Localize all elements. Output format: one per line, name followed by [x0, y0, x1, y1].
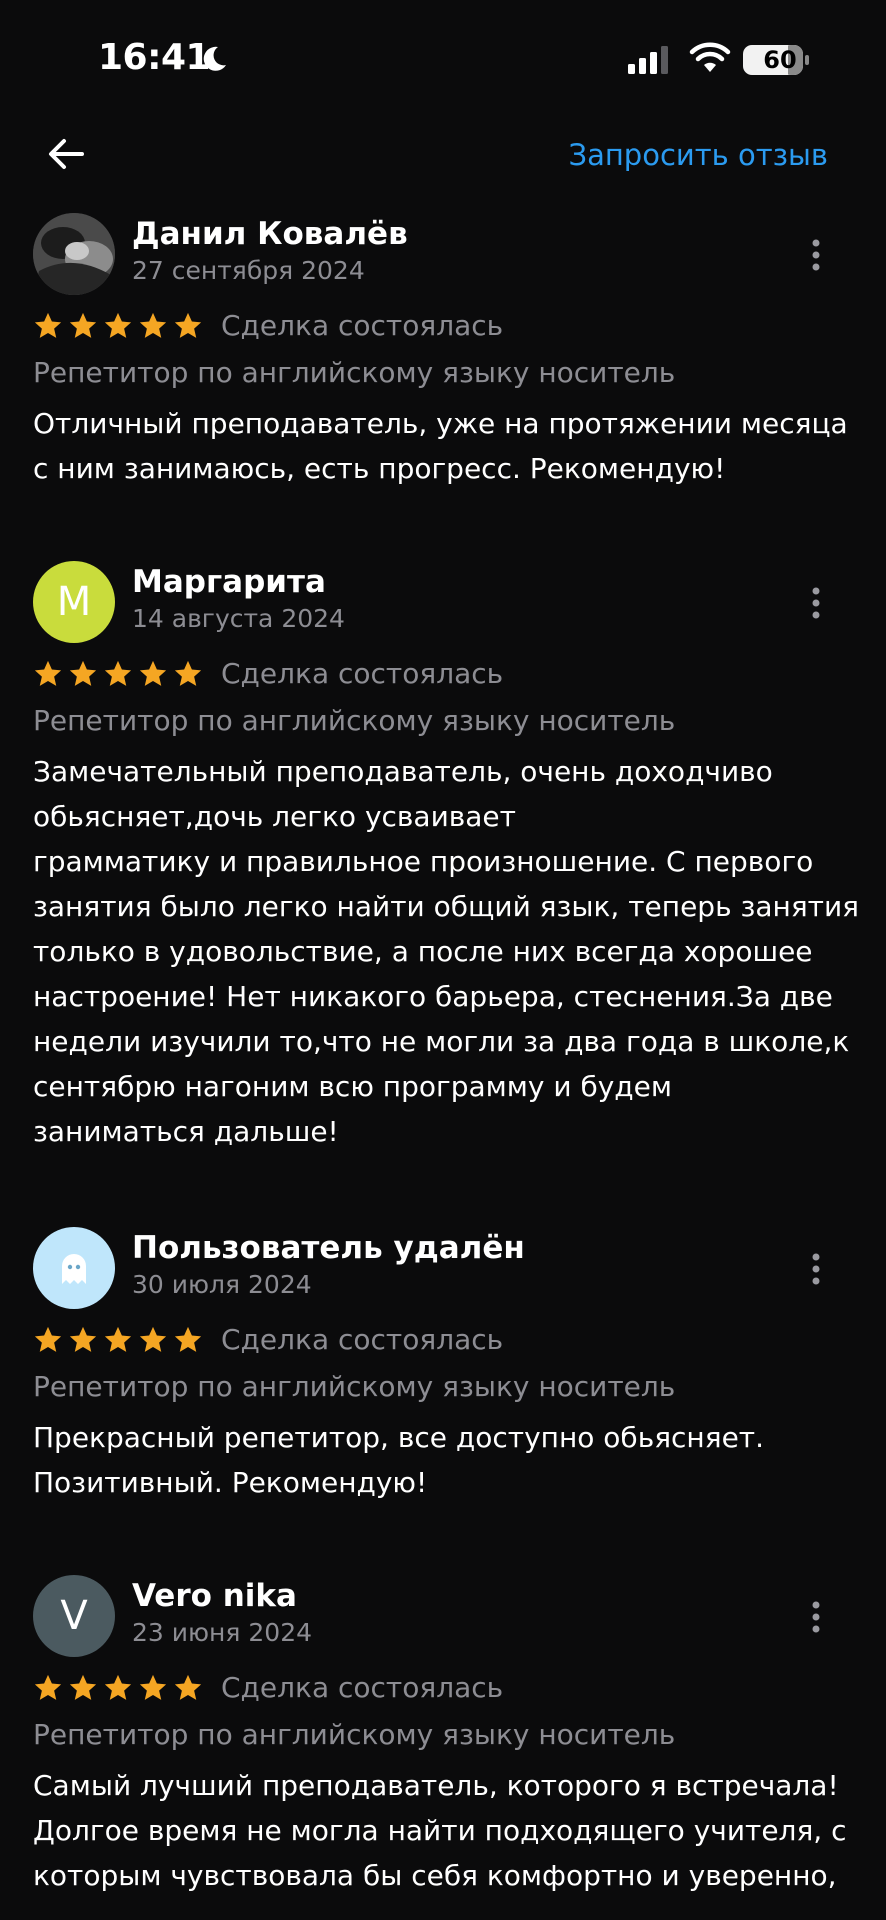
more-vertical-icon[interactable] [800, 1249, 832, 1289]
deal-status: Сделка состоялась [221, 1323, 504, 1356]
review-author: Vero nika [132, 1578, 297, 1614]
review-text: Прекрасный репетитор, все доступно обьяс… [33, 1421, 765, 1499]
more-vertical-icon[interactable] [800, 235, 832, 275]
star-icon [174, 1326, 202, 1352]
star-icon [104, 660, 132, 686]
request-review-button[interactable]: Запросить отзыв [568, 138, 828, 172]
review-category: Репетитор по английскому языку носитель [33, 1718, 676, 1751]
review-category: Репетитор по английскому языку носитель [33, 1370, 676, 1403]
back-arrow-icon[interactable] [44, 132, 88, 176]
wifi-icon [689, 42, 731, 72]
star-icon [34, 312, 62, 338]
review-category: Репетитор по английскому языку носитель [33, 704, 676, 737]
star-icon [174, 660, 202, 686]
moon-icon [203, 46, 226, 71]
review-text: Самый лучший преподаватель, которого я в… [33, 1769, 847, 1892]
star-icon [104, 1674, 132, 1700]
rating-stars: Сделка состоялась [33, 309, 503, 342]
review-date: 30 июля 2024 [132, 1270, 312, 1299]
more-vertical-icon[interactable] [800, 583, 832, 623]
review-text: Замечательный преподаватель, очень доход… [33, 755, 860, 1148]
review-date: 27 сентября 2024 [132, 256, 365, 285]
signal-icon [628, 46, 668, 74]
star-icon [139, 312, 167, 338]
review-author: Данил Ковалёв [132, 216, 408, 252]
avatar[interactable]: M [33, 561, 115, 643]
star-icon [174, 312, 202, 338]
star-icon [34, 1674, 62, 1700]
star-icon [69, 1674, 97, 1700]
review-text: Отличный преподаватель, уже на протяжени… [33, 407, 848, 485]
star-icon [139, 660, 167, 686]
star-icon [104, 312, 132, 338]
star-icon [139, 1674, 167, 1700]
avatar-letter: V [60, 1593, 88, 1639]
star-icon [69, 312, 97, 338]
review-category: Репетитор по английскому языку носитель [33, 356, 676, 389]
ghost-icon [62, 1254, 86, 1284]
rating-stars: Сделка состоялась [33, 657, 503, 690]
review-author: Маргарита [132, 564, 326, 600]
star-icon [139, 1326, 167, 1352]
star-icon [174, 1674, 202, 1700]
star-icon [69, 1326, 97, 1352]
rating-stars: Сделка состоялась [33, 1323, 503, 1356]
status-bar: 16:41 60 [0, 0, 886, 120]
deal-status: Сделка состоялась [221, 657, 504, 690]
status-time: 16:41 [98, 37, 211, 78]
star-icon [69, 660, 97, 686]
star-icon [34, 1326, 62, 1352]
deal-status: Сделка состоялась [221, 309, 504, 342]
star-icon [104, 1326, 132, 1352]
deal-status: Сделка состоялась [221, 1671, 504, 1704]
avatar[interactable] [33, 1227, 115, 1309]
avatar[interactable] [33, 213, 115, 295]
review-date: 23 июня 2024 [132, 1618, 313, 1647]
battery-level: 60 [763, 46, 797, 74]
avatar[interactable]: V [33, 1575, 115, 1657]
rating-stars: Сделка состоялась [33, 1671, 503, 1704]
more-vertical-icon[interactable] [800, 1597, 832, 1637]
avatar-photo [33, 213, 115, 295]
avatar-letter: M [56, 579, 92, 625]
review-date: 14 августа 2024 [132, 604, 345, 633]
review-author: Пользователь удалён [132, 1230, 525, 1266]
star-icon [34, 660, 62, 686]
